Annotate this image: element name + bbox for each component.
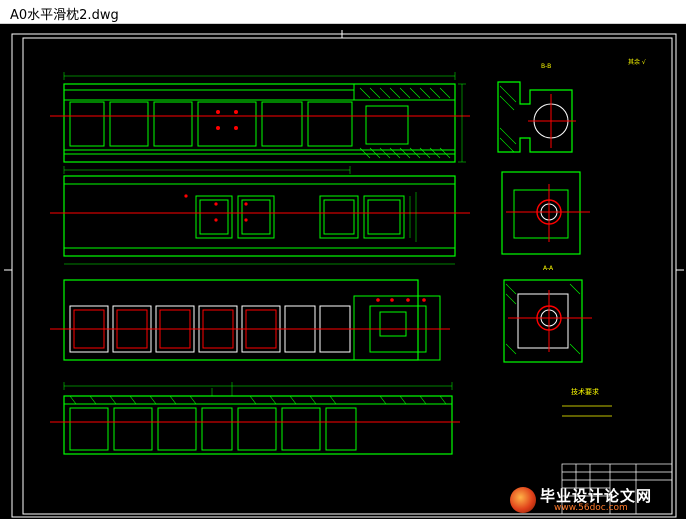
view-end-top — [501, 171, 590, 255]
view-bottom — [50, 279, 450, 361]
watermark-logo-icon — [510, 487, 536, 513]
section-label-bb: B-B — [541, 63, 551, 70]
view-lower-section — [50, 382, 460, 455]
roughness-mark: 其余 √ — [628, 58, 646, 66]
watermark-url: www.56doc.com — [554, 503, 628, 513]
inner-frame — [22, 37, 673, 515]
outer-frame — [11, 33, 677, 518]
view-front-section — [50, 72, 470, 174]
view-section-bb: B-B — [497, 63, 576, 153]
view-section-aa: A-A — [503, 265, 592, 363]
notes-heading: 技术要求 — [571, 387, 599, 396]
window-title: A0水平滑枕2.dwg — [10, 8, 119, 23]
technical-notes: 技术要求 — [562, 387, 612, 417]
watermark: 毕业设计论文网 www.56doc.com — [510, 485, 680, 515]
view-plan — [50, 175, 470, 265]
window-titlebar: A0水平滑枕2.dwg — [0, 0, 686, 24]
section-label-aa: A-A — [543, 265, 554, 272]
cad-drawing-canvas[interactable]: B-B A-A 技术要求 其余 √ 毕业设计论文网 www.56doc.com — [0, 24, 686, 519]
cad-drawing: B-B A-A 技术要求 其余 √ — [4, 30, 684, 518]
